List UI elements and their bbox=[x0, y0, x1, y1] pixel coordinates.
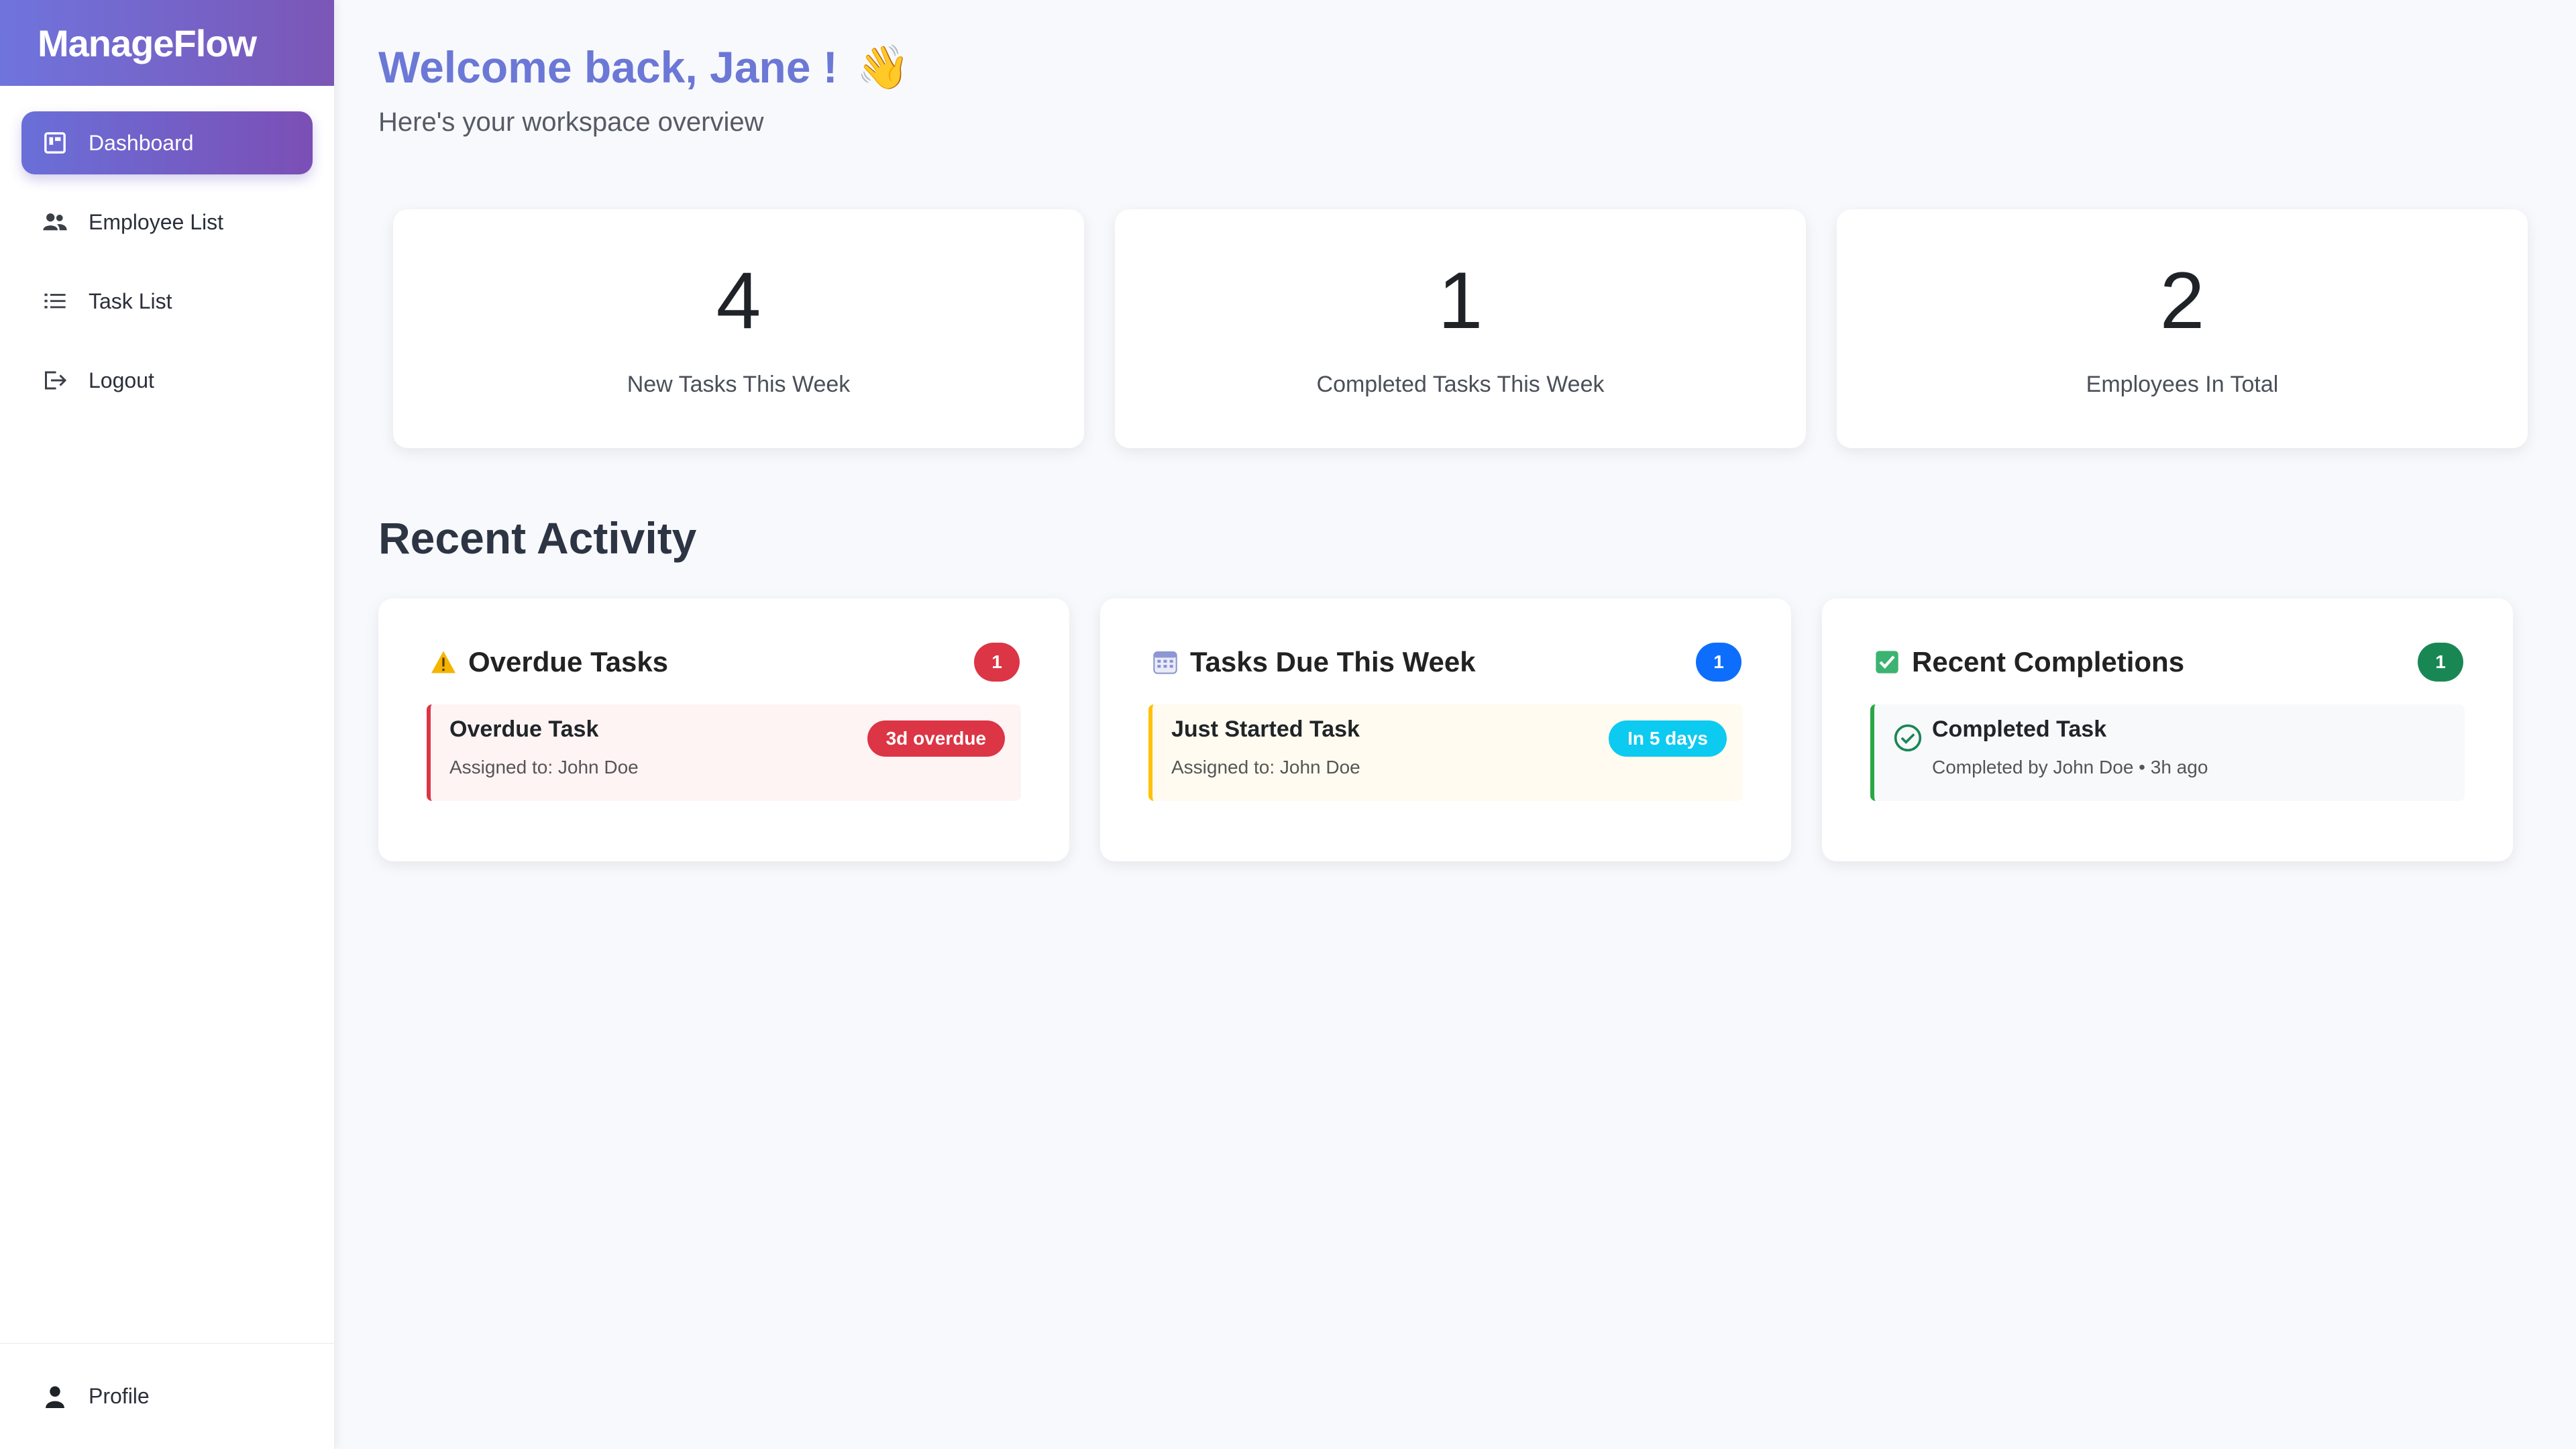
sidebar-item-task-list[interactable]: Task List bbox=[21, 270, 313, 333]
calendar-icon bbox=[1150, 647, 1181, 678]
task-item[interactable]: Overdue Task Assigned to: John Doe 3d ov… bbox=[427, 704, 1021, 801]
sidebar-item-profile[interactable]: Profile bbox=[0, 1343, 334, 1449]
card-header: Recent Completions 1 bbox=[1872, 641, 2463, 683]
sidebar-nav: Dashboard Employee List Task List Logout bbox=[0, 86, 334, 412]
stat-card-new-tasks: 4 New Tasks This Week bbox=[393, 209, 1084, 448]
logout-icon bbox=[42, 367, 68, 394]
due-badge: In 5 days bbox=[1609, 720, 1727, 757]
task-assignee: Assigned to: John Doe bbox=[449, 757, 639, 777]
count-badge: 1 bbox=[2418, 643, 2463, 682]
completion-item[interactable]: Completed Task Completed by John Doe • 3… bbox=[1870, 704, 2465, 801]
count-badge: 1 bbox=[974, 643, 1020, 682]
task-assignee: Assigned to: John Doe bbox=[1171, 757, 1360, 777]
sidebar-item-dashboard[interactable]: Dashboard bbox=[21, 111, 313, 174]
card-title: Tasks Due This Week bbox=[1190, 646, 1476, 678]
warning-icon bbox=[428, 647, 459, 678]
task-item[interactable]: Just Started Task Assigned to: John Doe … bbox=[1148, 704, 1743, 801]
tasks-due-card: Tasks Due This Week 1 Just Started Task … bbox=[1100, 598, 1791, 861]
check-square-icon bbox=[1872, 647, 1902, 678]
dashboard-icon bbox=[42, 129, 68, 156]
welcome-text: Welcome back, Jane ! bbox=[378, 42, 838, 92]
task-title: Just Started Task bbox=[1171, 716, 1360, 742]
overdue-tasks-card: Overdue Tasks 1 Overdue Task Assigned to… bbox=[378, 598, 1069, 861]
profile-label: Profile bbox=[89, 1384, 150, 1408]
stat-value: 1 bbox=[1438, 256, 1483, 345]
overdue-badge: 3d overdue bbox=[867, 720, 1005, 757]
stat-value: 2 bbox=[2159, 256, 2205, 345]
person-icon bbox=[42, 1383, 68, 1410]
task-title: Completed Task bbox=[1932, 716, 2107, 742]
sidebar-item-logout[interactable]: Logout bbox=[21, 349, 313, 412]
brand-logo[interactable]: ManageFlow bbox=[0, 0, 334, 86]
completion-meta: Completed by John Doe • 3h ago bbox=[1932, 757, 2208, 777]
sidebar-item-label: Logout bbox=[89, 368, 154, 392]
sidebar-item-employee-list[interactable]: Employee List bbox=[21, 191, 313, 254]
users-icon bbox=[42, 209, 68, 235]
page-title: Welcome back, Jane ! 👋 bbox=[378, 42, 910, 93]
stat-card-employees: 2 Employees In Total bbox=[1837, 209, 2528, 448]
task-title: Overdue Task bbox=[449, 716, 599, 742]
stat-label: Completed Tasks This Week bbox=[1316, 372, 1605, 397]
recent-completions-card: Recent Completions 1 Completed Task Comp… bbox=[1822, 598, 2513, 861]
page-subtitle: Here's your workspace overview bbox=[378, 107, 764, 137]
sidebar-item-label: Employee List bbox=[89, 209, 223, 234]
waving-hand-icon: 👋 bbox=[856, 42, 910, 91]
stat-value: 4 bbox=[716, 256, 761, 345]
card-header: Tasks Due This Week 1 bbox=[1150, 641, 1741, 683]
stat-label: Employees In Total bbox=[2086, 372, 2279, 397]
sidebar-item-label: Task List bbox=[89, 288, 172, 313]
sidebar: ManageFlow Dashboard Employee List Task … bbox=[0, 0, 335, 1449]
card-title: Recent Completions bbox=[1912, 646, 2185, 678]
stat-label: New Tasks This Week bbox=[627, 372, 851, 397]
card-header: Overdue Tasks 1 bbox=[428, 641, 1020, 683]
list-icon bbox=[42, 288, 68, 315]
count-badge: 1 bbox=[1696, 643, 1741, 682]
stat-card-completed-tasks: 1 Completed Tasks This Week bbox=[1115, 209, 1806, 448]
section-title: Recent Activity bbox=[378, 513, 697, 563]
sidebar-item-label: Dashboard bbox=[89, 130, 194, 155]
check-circle-icon bbox=[1894, 724, 1922, 752]
card-title: Overdue Tasks bbox=[468, 646, 669, 678]
